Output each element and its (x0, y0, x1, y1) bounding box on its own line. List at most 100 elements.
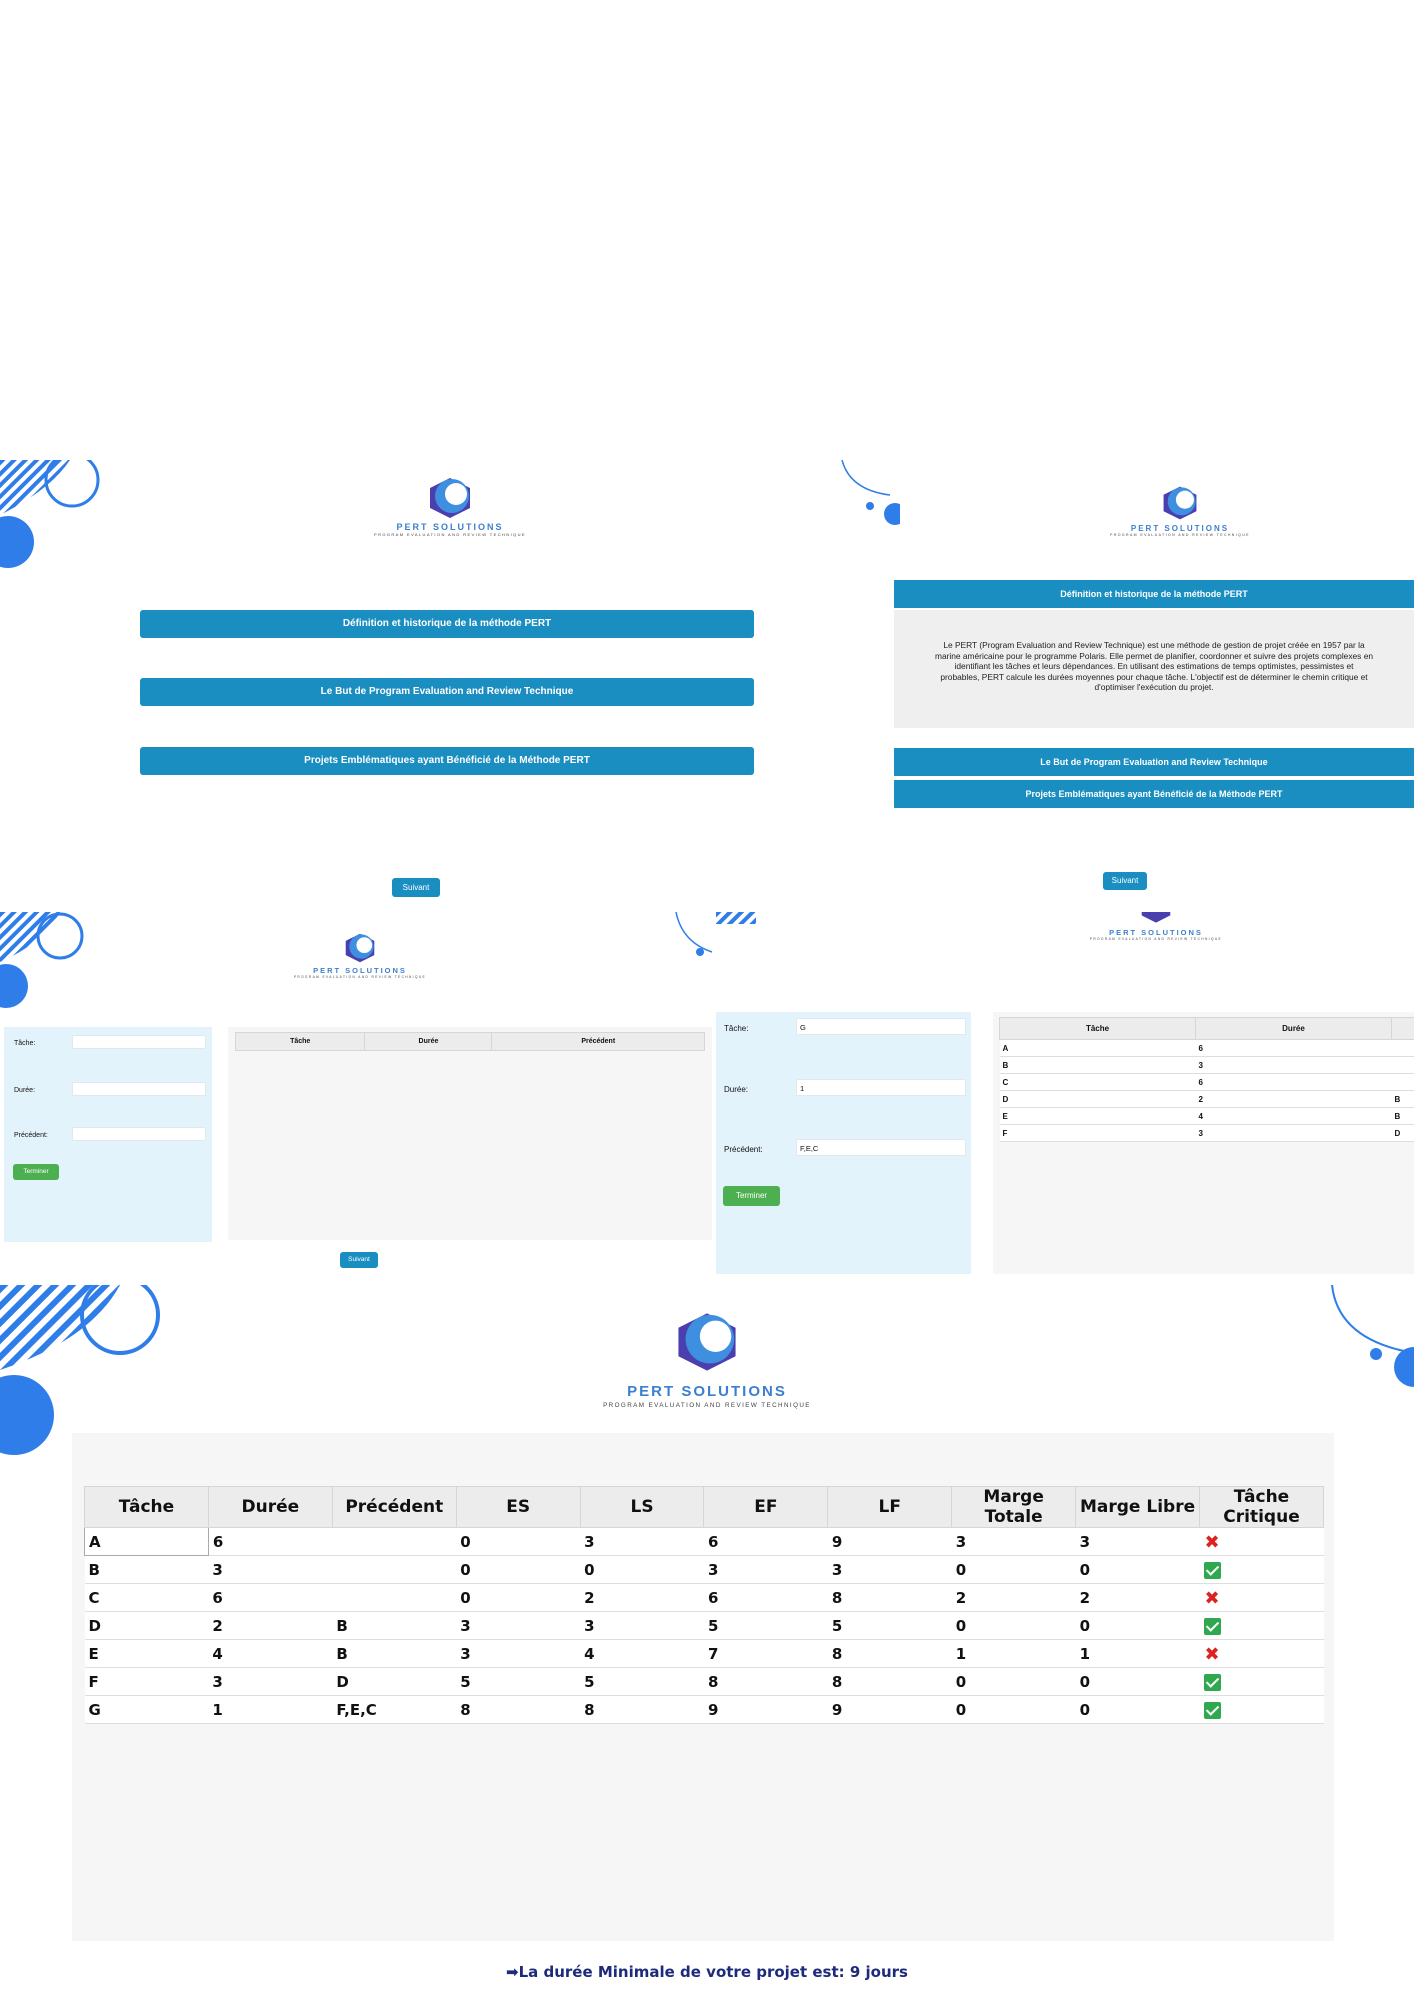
critical-cell: ✖ (1199, 1583, 1324, 1612)
menu-definition-button[interactable]: Définition et historique de la méthode P… (140, 610, 754, 638)
brand-subtitle: PROGRAM EVALUATION AND REVIEW TECHNIQUE (603, 1402, 811, 1409)
task-cell[interactable]: C (84, 1583, 209, 1612)
column-header: Tâche (234, 1032, 366, 1051)
next-button[interactable]: Suivant (1103, 872, 1147, 890)
task-table: Tâche Durée A6B3C6D2BE4BF3D (999, 1017, 1414, 1142)
task-form: Tâche: G Durée: 1 Précédent: F,E,C Termi… (716, 1012, 971, 1274)
table-cell: 2 (1195, 1090, 1392, 1108)
task-label: Tâche: (724, 1024, 749, 1033)
table-row: C 6 0 2 6 8 2 2 ✖ (84, 1583, 1324, 1612)
duration-input[interactable]: 1 (796, 1079, 966, 1096)
table-cell: 2 (208, 1611, 333, 1640)
table-row: D2B (999, 1090, 1414, 1108)
duration-label: Durée: (14, 1087, 36, 1094)
menu-goal-button[interactable]: Le But de Program Evaluation and Review … (140, 678, 754, 706)
decorative-stripes (0, 1285, 160, 1455)
task-cell[interactable]: B (84, 1555, 209, 1584)
decorative-stripes (0, 912, 84, 1008)
brand-subtitle: PROGRAM EVALUATION AND REVIEW TECHNIQUE (1110, 533, 1250, 537)
table-cell: 3 (580, 1611, 704, 1640)
task-cell[interactable]: E (84, 1639, 209, 1668)
table-cell: 0 (1075, 1695, 1200, 1724)
check-icon (1203, 1617, 1221, 1635)
decorative-arc (675, 912, 713, 956)
table-row: C6 (999, 1073, 1414, 1091)
table-cell: 1 (951, 1639, 1076, 1668)
table-cell: 6 (703, 1583, 828, 1612)
screen-task-input-filled: PERT SOLUTIONS PROGRAM EVALUATION AND RE… (716, 912, 1414, 1280)
table-cell: D (332, 1667, 457, 1696)
critical-cell: ✖ (1199, 1639, 1324, 1668)
critical-cell (1199, 1611, 1324, 1640)
hexagon-logo-icon (1141, 912, 1171, 923)
task-cell[interactable]: D (84, 1611, 209, 1640)
brand-logo: PERT SOLUTIONS PROGRAM EVALUATION AND RE… (340, 476, 560, 537)
screen-task-input-empty: PERT SOLUTIONS PROGRAM EVALUATION AND RE… (0, 912, 716, 1280)
table-row: A6 (999, 1039, 1414, 1057)
next-button[interactable]: Suivant (340, 1252, 378, 1268)
table-cell: B (332, 1639, 457, 1668)
table-cell (332, 1527, 457, 1556)
table-row: B3003300 (84, 1555, 1324, 1584)
task-cell[interactable]: A (84, 1527, 209, 1556)
table-cell: 0 (951, 1695, 1076, 1724)
definition-text: Le PERT (Program Evaluation and Review T… (934, 640, 1374, 692)
previous-input[interactable]: F,E,C (796, 1139, 966, 1156)
task-cell[interactable]: G (84, 1695, 209, 1724)
table-cell: 1 (1075, 1639, 1200, 1668)
menu-goal-button[interactable]: Le But de Program Evaluation and Review … (894, 748, 1414, 776)
previous-input[interactable] (72, 1127, 206, 1141)
check-icon (1203, 1673, 1221, 1691)
screen-home: PERT SOLUTIONS PROGRAM EVALUATION AND RE… (0, 460, 893, 905)
result-message: ➡La durée Minimale de votre projet est: … (506, 1963, 908, 1981)
table-cell: 1 (208, 1695, 333, 1724)
table-row: E4B (999, 1107, 1414, 1125)
definition-panel: Le PERT (Program Evaluation and Review T… (894, 610, 1414, 728)
column-header: EF (703, 1486, 829, 1528)
brand-subtitle: PROGRAM EVALUATION AND REVIEW TECHNIQUE (293, 975, 427, 979)
brand-logo: PERT SOLUTIONS PROGRAM EVALUATION AND RE… (1086, 912, 1226, 941)
decorative-arc (841, 460, 900, 525)
column-header: Tâche Critique (1199, 1486, 1324, 1528)
table-cell: 8 (456, 1695, 581, 1724)
table-cell: 8 (827, 1667, 952, 1696)
critical-cell (1199, 1695, 1324, 1724)
table-cell: 3 (1195, 1056, 1392, 1074)
decorative-stripes (716, 912, 756, 924)
table-cell: 9 (827, 1527, 952, 1556)
table-cell: 0 (951, 1667, 1076, 1696)
brand-title: PERT SOLUTIONS (313, 966, 407, 975)
hexagon-logo-icon (430, 478, 470, 518)
task-input[interactable]: G (796, 1018, 966, 1035)
cross-icon: ✖ (1204, 1531, 1220, 1553)
table-cell: B (332, 1611, 457, 1640)
task-table-panel: Tâche Durée Précédent (228, 1027, 712, 1240)
table-cell: 3 (827, 1555, 952, 1584)
table-cell: 5 (703, 1611, 828, 1640)
menu-definition-button[interactable]: Définition et historique de la méthode P… (894, 580, 1414, 608)
duration-input[interactable] (72, 1082, 206, 1096)
decorative-stripes (0, 460, 100, 568)
table-cell (332, 1555, 457, 1584)
table-cell: 5 (827, 1611, 952, 1640)
hexagon-logo-icon (678, 1313, 736, 1371)
table-cell: 0 (580, 1555, 704, 1584)
menu-projects-button[interactable]: Projets Emblématiques ayant Bénéficié de… (140, 747, 754, 775)
table-cell (1391, 1073, 1414, 1091)
table-cell: 2 (1075, 1583, 1200, 1612)
finish-button[interactable]: Terminer (13, 1164, 59, 1180)
brand-logo: PERT SOLUTIONS PROGRAM EVALUATION AND RE… (582, 1305, 832, 1409)
task-input[interactable] (72, 1035, 206, 1049)
table-cell: 0 (456, 1555, 581, 1584)
table-row: F3D (999, 1124, 1414, 1142)
table-cell (1391, 1039, 1414, 1057)
table-cell: B (999, 1056, 1196, 1074)
menu-projects-button[interactable]: Projets Emblématiques ayant Bénéficié de… (894, 780, 1414, 808)
brand-subtitle: PROGRAM EVALUATION AND REVIEW TECHNIQUE (1089, 937, 1223, 941)
task-cell[interactable]: F (84, 1667, 209, 1696)
table-cell: 0 (1075, 1667, 1200, 1696)
finish-button[interactable]: Terminer (723, 1186, 780, 1206)
next-button[interactable]: Suivant (392, 878, 440, 897)
table-row: D2B335500 (84, 1611, 1324, 1640)
table-row: G 1 F,E,C 8 8 9 9 0 0 (84, 1695, 1324, 1724)
